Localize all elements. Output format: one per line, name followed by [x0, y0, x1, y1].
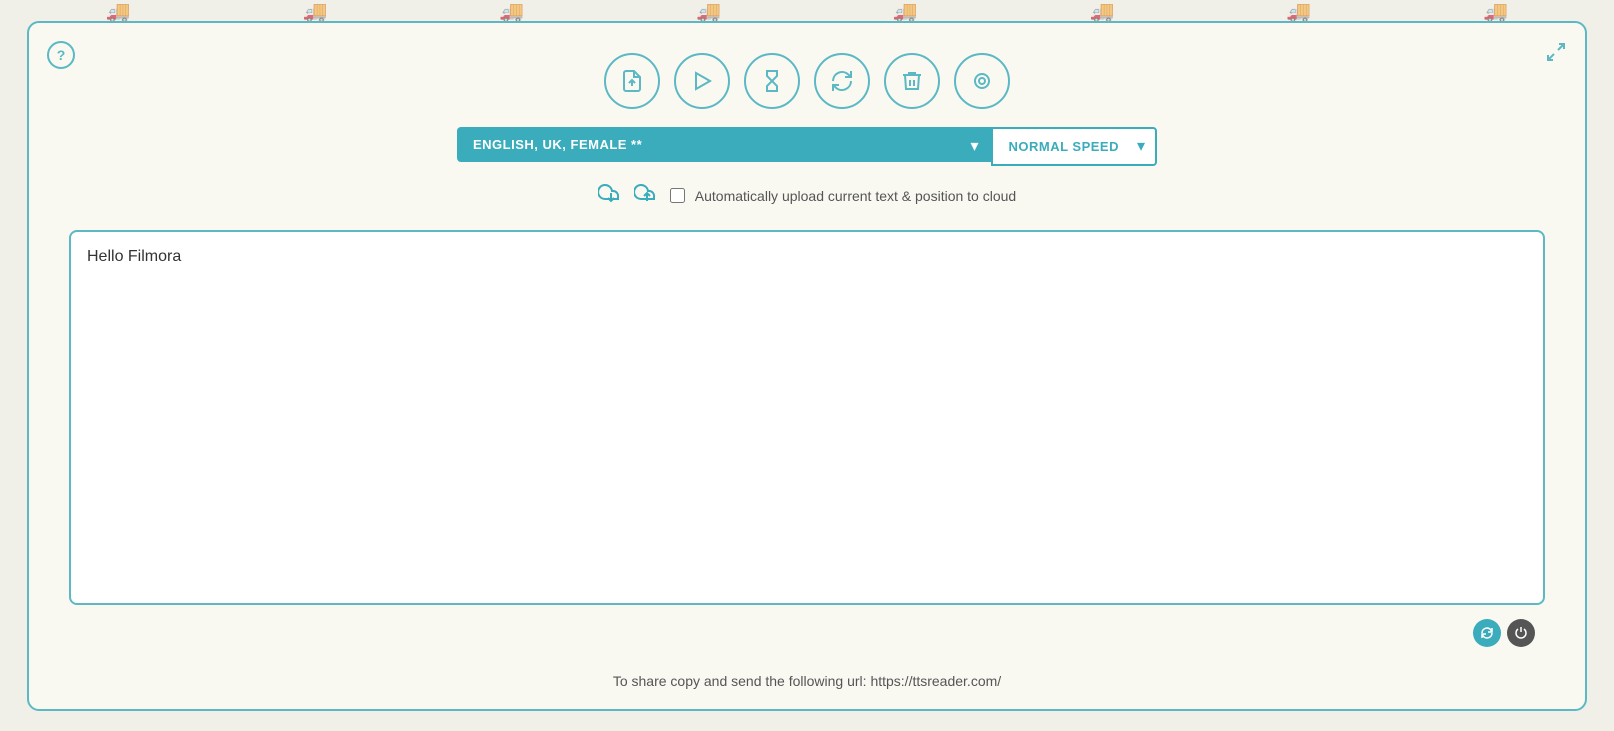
expand-icon[interactable] — [1545, 41, 1567, 68]
share-url-link[interactable]: https://ttsreader.com/ — [870, 673, 1001, 689]
hourglass-button[interactable] — [744, 53, 800, 109]
play-button[interactable] — [674, 53, 730, 109]
delete-button[interactable] — [884, 53, 940, 109]
voice-select-wrapper: ENGLISH, UK, FEMALE ** — [457, 127, 991, 166]
selectors-row: ENGLISH, UK, FEMALE ** NORMAL SPEED — [457, 127, 1157, 166]
share-url-section: To share copy and send the following url… — [613, 673, 1001, 689]
deco-truck-3: 🚚 — [499, 0, 524, 24]
deco-truck-7: 🚚 — [1286, 0, 1311, 24]
voice-select-button[interactable]: ENGLISH, UK, FEMALE ** — [457, 127, 991, 162]
deco-truck-2: 🚚 — [303, 0, 328, 24]
auto-upload-checkbox[interactable] — [670, 188, 685, 203]
cloud-download-icon — [598, 180, 624, 212]
load-file-button[interactable] — [604, 53, 660, 109]
power-button[interactable] — [1507, 619, 1535, 647]
deco-truck-6: 🚚 — [1090, 0, 1115, 24]
refresh-text-button[interactable] — [1473, 619, 1501, 647]
deco-truck-1: 🚚 — [106, 0, 131, 24]
speed-select-wrapper: NORMAL SPEED — [991, 127, 1158, 166]
deco-truck-4: 🚚 — [696, 0, 721, 24]
toolbar — [604, 53, 1010, 109]
text-input[interactable] — [69, 230, 1545, 605]
main-container: ? — [27, 21, 1587, 711]
share-url-label: To share copy and send the following url… — [613, 673, 867, 689]
deco-truck-5: 🚚 — [893, 0, 918, 24]
deco-truck-8: 🚚 — [1483, 0, 1508, 24]
help-icon[interactable]: ? — [47, 41, 75, 69]
cloud-upload-icon — [634, 180, 660, 212]
speed-select-button[interactable]: NORMAL SPEED — [991, 127, 1158, 166]
record-button[interactable] — [954, 53, 1010, 109]
text-area-container — [69, 230, 1545, 659]
auto-upload-label: Automatically upload current text & posi… — [695, 188, 1016, 204]
cloud-row: Automatically upload current text & posi… — [598, 180, 1016, 212]
top-decoration: 🚚 🚚 🚚 🚚 🚚 🚚 🚚 🚚 — [0, 0, 1614, 22]
reload-button[interactable] — [814, 53, 870, 109]
